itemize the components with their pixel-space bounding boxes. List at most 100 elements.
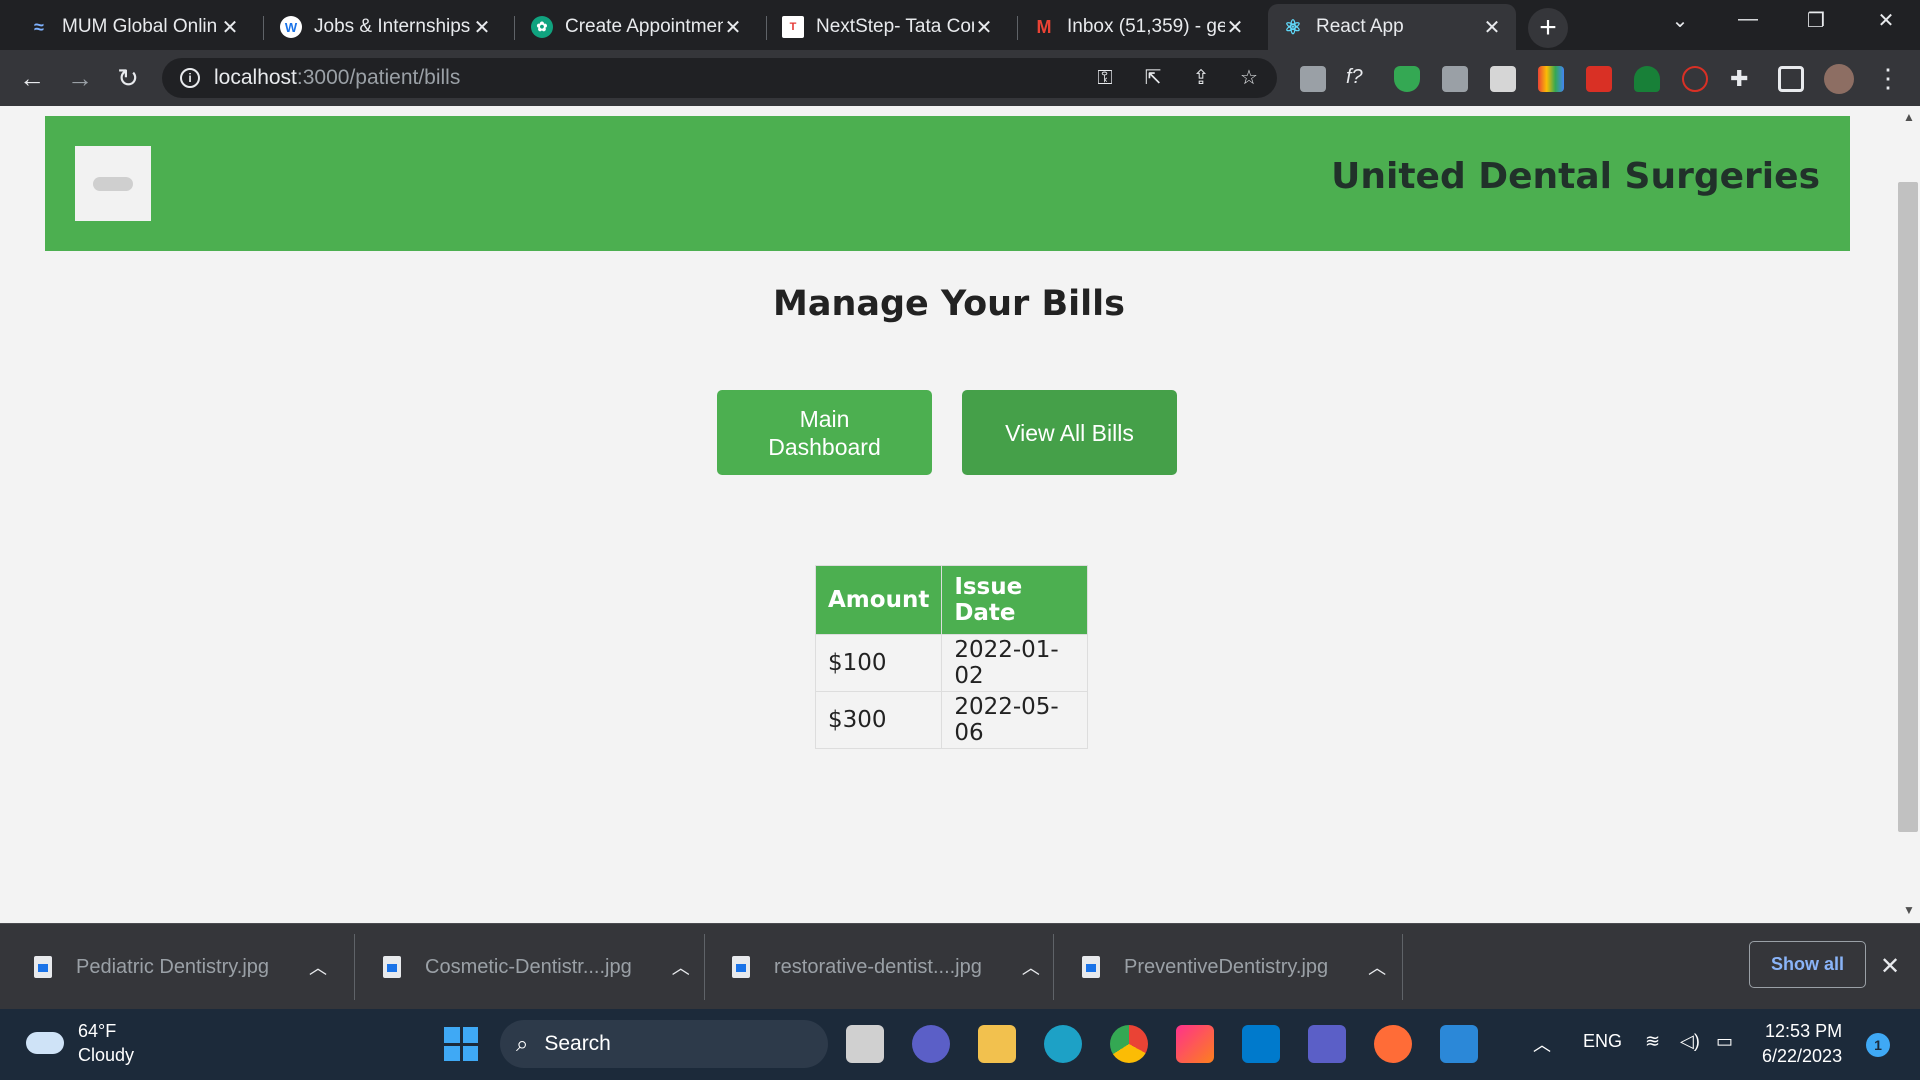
restore-icon[interactable]: ❐ [1796, 8, 1836, 38]
task-view-icon[interactable] [846, 1025, 884, 1063]
edge-icon[interactable] [1044, 1025, 1082, 1063]
chevron-up-icon[interactable]: ︿ [1368, 954, 1386, 980]
scrollbar-thumb[interactable] [1898, 182, 1918, 832]
tab-react-app[interactable]: ⚛ React App ✕ [1268, 4, 1516, 50]
battery-icon[interactable]: ▭ [1716, 1031, 1733, 1052]
extension-hand-icon[interactable] [1490, 66, 1516, 92]
file-icon [34, 956, 52, 978]
main-dashboard-button[interactable]: Main Dashboard [717, 390, 932, 475]
site-logo[interactable] [75, 146, 151, 221]
download-item[interactable]: PreventiveDentistry.jpg ︿ [1082, 924, 1386, 1010]
tab-mum-global[interactable]: ≈ MUM Global Onlin ✕ [14, 4, 254, 50]
chatgpt-icon: ✿ [531, 16, 553, 38]
profile-avatar[interactable] [1824, 64, 1854, 94]
file-icon [1082, 956, 1100, 978]
divider [704, 934, 705, 1000]
tab-search-chevron-icon[interactable]: ⌄ [1660, 8, 1700, 38]
windows-taskbar: 64°F Cloudy ⌕ Search ︿ ENG ≋ ◁) ▭ 12:53 … [0, 1009, 1920, 1080]
close-icon[interactable]: ✕ [1482, 15, 1502, 40]
bill-issue-date: 2022-05-06 [941, 691, 1089, 749]
chat-icon[interactable] [912, 1025, 950, 1063]
close-icon[interactable]: ✕ [472, 15, 492, 40]
window-close-icon[interactable]: ✕ [1866, 8, 1906, 38]
postman-icon[interactable] [1374, 1025, 1412, 1063]
url-host: localhost [214, 66, 297, 89]
view-all-bills-button[interactable]: View All Bills [962, 390, 1177, 475]
tab-jobs-internships[interactable]: W Jobs & Internships ✕ [266, 4, 506, 50]
photos-icon[interactable] [1440, 1025, 1478, 1063]
extensions-puzzle-icon[interactable]: ✚ [1730, 66, 1756, 92]
key-icon[interactable]: ⚿ [1091, 64, 1119, 92]
extension-function-icon[interactable]: f? [1346, 66, 1372, 92]
open-external-icon[interactable]: ⇱ [1139, 64, 1167, 92]
side-panel-icon[interactable] [1778, 66, 1804, 92]
chrome-icon[interactable] [1110, 1025, 1148, 1063]
bookmark-star-icon[interactable]: ☆ [1235, 64, 1263, 92]
close-download-bar-icon[interactable]: ✕ [1880, 952, 1900, 981]
tcs-icon: T [782, 16, 804, 38]
extension-record-icon[interactable] [1682, 66, 1708, 92]
intellij-icon[interactable] [1176, 1025, 1214, 1063]
download-filename: PreventiveDentistry.jpg [1124, 955, 1329, 978]
download-bar: Pediatric Dentistry.jpg ︿ Cosmetic-Denti… [0, 923, 1920, 1009]
extension-download-icon[interactable] [1634, 66, 1660, 92]
search-label: Search [544, 1032, 611, 1055]
chevron-up-icon[interactable]: ︿ [309, 954, 327, 980]
address-bar[interactable]: i localhost:3000/patient/bills ⚿ ⇱ ⇪ ☆ [162, 58, 1277, 98]
weather-widget[interactable]: 64°F Cloudy [26, 1019, 134, 1067]
minimize-icon[interactable]: — [1728, 8, 1768, 38]
tab-create-appointment[interactable]: ✿ Create Appointmen ✕ [517, 4, 757, 50]
back-icon[interactable]: ← [16, 62, 48, 94]
new-tab-button[interactable]: + [1528, 8, 1568, 48]
chevron-up-icon[interactable]: ︿ [672, 954, 690, 980]
share-icon[interactable]: ⇪ [1187, 64, 1215, 92]
chevron-up-icon[interactable]: ︿ [1533, 1031, 1551, 1057]
extension-pen-icon[interactable] [1300, 66, 1326, 92]
search-icon: ⌕ [516, 1031, 529, 1056]
language-indicator[interactable]: ENG [1583, 1031, 1622, 1052]
divider [354, 934, 355, 1000]
site-info-icon[interactable]: i [180, 68, 200, 88]
system-clock[interactable]: 12:53 PM 6/22/2023 [1762, 1019, 1842, 1069]
close-icon[interactable]: ✕ [1225, 15, 1245, 40]
taskbar-search[interactable]: ⌕ Search [500, 1020, 828, 1068]
clock-time: 12:53 PM [1765, 1021, 1843, 1041]
clock-date: 6/22/2023 [1762, 1046, 1843, 1066]
wifi-icon[interactable]: ≋ [1645, 1031, 1660, 1052]
extension-colorpicker-icon[interactable] [1538, 66, 1564, 92]
tab-title: Inbox (51,359) - ge [1067, 16, 1225, 37]
notification-badge[interactable]: 1 [1866, 1033, 1890, 1057]
extension-bug-icon[interactable] [1586, 66, 1612, 92]
close-icon[interactable]: ✕ [974, 15, 994, 40]
globe-icon: ≈ [34, 16, 44, 37]
download-item[interactable]: Cosmetic-Dentistr....jpg ︿ [383, 924, 690, 1010]
close-icon[interactable]: ✕ [220, 15, 240, 40]
extension-shield-icon[interactable] [1394, 66, 1420, 92]
tab-nextstep-tata[interactable]: T NextStep- Tata Con ✕ [768, 4, 1008, 50]
browser-tab-strip: ≈ MUM Global Onlin ✕ W Jobs & Internship… [0, 0, 1920, 50]
show-all-downloads-button[interactable]: Show all [1749, 941, 1866, 988]
tab-divider [514, 16, 515, 40]
chevron-up-icon[interactable]: ︿ [1022, 954, 1040, 980]
vscode-icon[interactable] [1242, 1025, 1280, 1063]
tab-divider [263, 16, 264, 40]
table-row: $100 2022-01-02 [814, 634, 1089, 692]
dental-image-icon [93, 176, 133, 191]
download-item[interactable]: restorative-dentist....jpg ︿ [732, 924, 1040, 1010]
volume-icon[interactable]: ◁) [1680, 1031, 1700, 1052]
download-item[interactable]: Pediatric Dentistry.jpg ︿ [34, 924, 327, 1010]
url-text[interactable]: localhost:3000/patient/bills [214, 66, 460, 90]
menu-kebab-icon[interactable]: ⋮ [1872, 62, 1904, 94]
teams-icon[interactable] [1308, 1025, 1346, 1063]
close-icon[interactable]: ✕ [723, 15, 743, 40]
tab-title: MUM Global Onlin [62, 16, 218, 37]
windows-start-icon[interactable] [444, 1027, 478, 1061]
divider [1402, 934, 1403, 1000]
reload-icon[interactable]: ↻ [112, 62, 144, 94]
forward-icon[interactable]: → [64, 62, 96, 94]
scroll-down-icon[interactable]: ▼ [1898, 903, 1920, 921]
tab-inbox[interactable]: M Inbox (51,359) - ge ✕ [1019, 4, 1259, 50]
extension-notes-icon[interactable] [1442, 66, 1468, 92]
scroll-up-icon[interactable]: ▲ [1898, 110, 1920, 128]
file-explorer-icon[interactable] [978, 1025, 1016, 1063]
